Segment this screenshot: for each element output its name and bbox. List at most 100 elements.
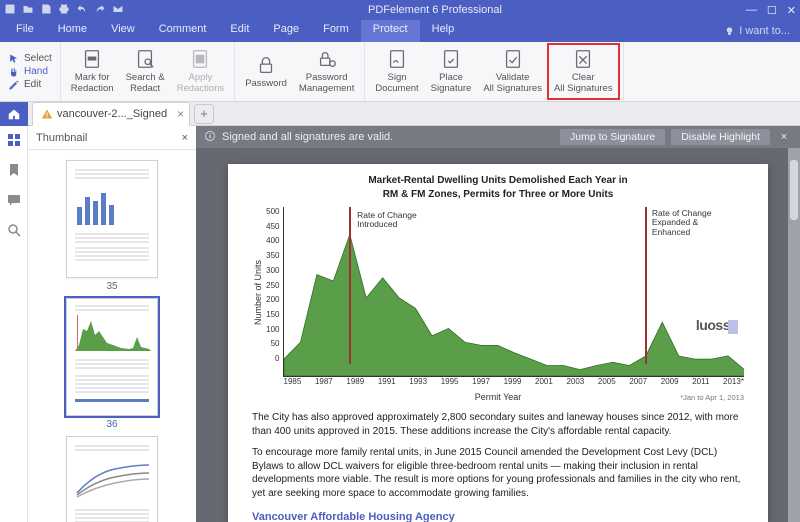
password-management-button[interactable]: Password Management bbox=[293, 44, 360, 99]
chart-plot: Rate of ChangeIntroduced Rate of ChangeE… bbox=[283, 207, 745, 377]
close-button[interactable]: ✕ bbox=[787, 4, 796, 17]
tell-me-label: I want to... bbox=[739, 25, 790, 37]
thumbnail-header: Thumbnail × bbox=[28, 126, 196, 150]
body-paragraph: The City has also approved approximately… bbox=[252, 411, 744, 438]
annotation-1: Rate of ChangeIntroduced bbox=[357, 211, 417, 230]
ribbon: Select Hand Edit Mark for Redaction Sear… bbox=[0, 42, 800, 102]
apply-redactions-button[interactable]: Apply Redactions bbox=[171, 44, 231, 99]
thumb-36[interactable]: 36 bbox=[66, 298, 158, 430]
validate-sig-icon bbox=[502, 48, 524, 70]
titlebar: PDFelement 6 Professional — ☐ ✕ bbox=[0, 0, 800, 20]
body-paragraph: To encourage more family rental units, i… bbox=[252, 446, 744, 500]
quick-access-toolbar bbox=[4, 3, 124, 18]
thumbnail-list[interactable]: 35 36 bbox=[28, 150, 196, 522]
hand-icon bbox=[8, 66, 20, 78]
redo-icon[interactable] bbox=[94, 3, 106, 18]
tell-me[interactable]: I want to... bbox=[724, 20, 796, 42]
lock-icon bbox=[255, 54, 277, 76]
bulb-icon bbox=[724, 26, 735, 37]
thumbnail-title: Thumbnail bbox=[36, 132, 87, 144]
signature-bar: Signed and all signatures are valid. Jum… bbox=[196, 126, 800, 148]
marker-2007 bbox=[645, 207, 647, 364]
scrollbar-thumb[interactable] bbox=[790, 160, 798, 220]
tab-comment[interactable]: Comment bbox=[147, 20, 219, 42]
select-panel: Select Hand Edit bbox=[0, 42, 61, 101]
info-icon bbox=[204, 130, 216, 145]
redact-apply-icon bbox=[189, 48, 211, 70]
sign-doc-icon bbox=[386, 48, 408, 70]
annotation-tab-icon[interactable] bbox=[6, 192, 22, 208]
window-controls: — ☐ ✕ bbox=[746, 4, 796, 17]
chart: Number of Units 500450400350300250200150… bbox=[252, 207, 744, 377]
select-tool[interactable]: Select bbox=[8, 53, 52, 65]
close-panel-icon[interactable]: × bbox=[182, 132, 188, 144]
clear-signatures-button[interactable]: Clear All Signatures bbox=[548, 44, 619, 99]
signature-status: Signed and all signatures are valid. bbox=[222, 131, 393, 143]
open-icon[interactable] bbox=[22, 3, 34, 18]
chart-title: Market-Rental Dwelling Units Demolished … bbox=[252, 174, 744, 201]
thumb-label: 35 bbox=[66, 281, 158, 292]
tab-help[interactable]: Help bbox=[420, 20, 467, 42]
save-icon[interactable] bbox=[40, 3, 52, 18]
menubar: File Home View Comment Edit Page Form Pr… bbox=[0, 20, 800, 42]
app-icon bbox=[4, 3, 16, 18]
disable-highlight-button[interactable]: Disable Highlight bbox=[671, 129, 770, 145]
thumbnail-pane: Thumbnail × 35 bbox=[28, 126, 196, 522]
tab-protect[interactable]: Protect bbox=[361, 20, 420, 42]
thumb-label: 36 bbox=[66, 419, 158, 430]
pencil-icon bbox=[8, 79, 20, 91]
home-icon bbox=[7, 107, 21, 121]
section-heading: Vancouver Affordable Housing Agency bbox=[252, 510, 744, 522]
redact-search-icon bbox=[134, 48, 156, 70]
tab-home[interactable]: Home bbox=[46, 20, 99, 42]
marker-1989 bbox=[349, 207, 351, 364]
sign-document-button[interactable]: Sign Document bbox=[369, 44, 424, 99]
document-host[interactable]: Market-Rental Dwelling Units Demolished … bbox=[196, 148, 800, 522]
vertical-scrollbar[interactable] bbox=[788, 148, 800, 522]
place-sig-icon bbox=[440, 48, 462, 70]
cursor-icon bbox=[8, 53, 20, 65]
lock-gear-icon bbox=[316, 48, 338, 70]
clear-sig-icon bbox=[572, 48, 594, 70]
warning-icon bbox=[41, 108, 53, 120]
search-tab-icon[interactable] bbox=[6, 222, 22, 238]
undo-icon[interactable] bbox=[76, 3, 88, 18]
tab-page[interactable]: Page bbox=[261, 20, 311, 42]
sidepanel-tabs bbox=[0, 126, 28, 522]
hand-tool[interactable]: Hand bbox=[8, 66, 52, 78]
window-title: PDFelement 6 Professional bbox=[124, 4, 746, 16]
validate-signatures-button[interactable]: Validate All Signatures bbox=[477, 44, 548, 99]
tab-edit[interactable]: Edit bbox=[218, 20, 261, 42]
mark-redaction-button[interactable]: Mark for Redaction bbox=[65, 44, 120, 99]
chart-xaxis: 1985198719891991199319951997199920012003… bbox=[284, 377, 745, 388]
edit-mini[interactable]: Edit bbox=[8, 79, 52, 91]
jump-to-signature-button[interactable]: Jump to Signature bbox=[560, 129, 665, 145]
maximize-button[interactable]: ☐ bbox=[767, 4, 777, 17]
page-content: Market-Rental Dwelling Units Demolished … bbox=[228, 164, 768, 522]
close-sigbar-icon[interactable]: × bbox=[776, 131, 792, 143]
thumb-35[interactable]: 35 bbox=[66, 160, 158, 292]
workarea: Thumbnail × 35 bbox=[0, 126, 800, 522]
document-tab[interactable]: vancouver-2..._Signed × bbox=[32, 102, 190, 126]
minimize-button[interactable]: — bbox=[746, 4, 757, 17]
password-button[interactable]: Password bbox=[239, 50, 293, 94]
redact-mark-icon bbox=[81, 48, 103, 70]
sidepanel: Thumbnail × 35 bbox=[0, 126, 196, 522]
document-canvas: Signed and all signatures are valid. Jum… bbox=[196, 126, 800, 522]
home-button[interactable] bbox=[0, 102, 28, 126]
place-signature-button[interactable]: Place Signature bbox=[425, 44, 478, 99]
chart-ylabel: Number of Units bbox=[252, 207, 264, 377]
chart-yaxis: 500450400350300250200150100500 bbox=[264, 207, 282, 377]
tab-form[interactable]: Form bbox=[311, 20, 361, 42]
tab-file[interactable]: File bbox=[4, 20, 46, 42]
bookmark-tab-icon[interactable] bbox=[6, 162, 22, 178]
thumbnail-tab-icon[interactable] bbox=[6, 132, 22, 148]
close-tab-icon[interactable]: × bbox=[177, 108, 184, 120]
document-tab-label: vancouver-2..._Signed bbox=[57, 108, 167, 120]
search-redact-button[interactable]: Search & Redact bbox=[120, 44, 171, 99]
new-tab-button[interactable]: + bbox=[194, 104, 214, 124]
tab-view[interactable]: View bbox=[99, 20, 147, 42]
print-icon[interactable] bbox=[58, 3, 70, 18]
email-icon[interactable] bbox=[112, 3, 124, 18]
thumb-37[interactable]: 37 bbox=[66, 436, 158, 522]
